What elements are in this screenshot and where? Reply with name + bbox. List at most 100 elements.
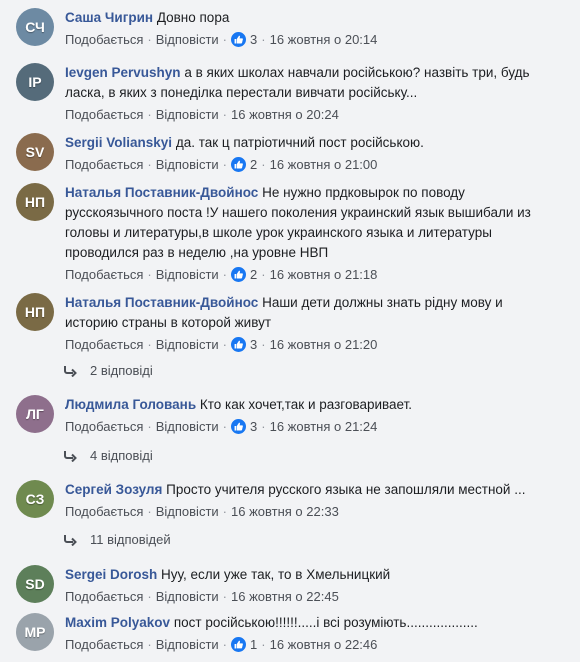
reply-link[interactable]: Відповісти: [156, 267, 219, 282]
comment-message-line: пост російською!!!!!!.....і всі розуміют…: [173, 615, 478, 630]
separator-dot: ·: [222, 589, 228, 604]
separator-dot: ·: [261, 32, 266, 47]
reaction-count[interactable]: 2: [231, 267, 257, 282]
thumbs-up-icon: [231, 637, 247, 652]
comment-author-link[interactable]: Maxim Polyakov: [65, 615, 170, 630]
replies-count-label: 4 відповіді: [90, 448, 153, 463]
separator-dot: ·: [147, 419, 152, 434]
comment-text: Ievgen Pervushyn а в яких школах навчали…: [65, 63, 565, 103]
comment-body: Людмила Головань Кто как хочет,так и раз…: [65, 395, 565, 436]
comment-timestamp[interactable]: 16 жовтня о 22:33: [231, 504, 339, 519]
reaction-count[interactable]: 3: [231, 419, 257, 434]
reaction-count[interactable]: 3: [231, 32, 257, 47]
avatar[interactable]: СЗ: [16, 480, 54, 518]
reply-link[interactable]: Відповісти: [156, 107, 219, 122]
reply-link[interactable]: Відповісти: [156, 157, 219, 172]
reply-link[interactable]: Відповісти: [156, 589, 219, 604]
comment-text: Наталья Поставник-Двойнос Не нужно прдко…: [65, 183, 565, 263]
comment-author-link[interactable]: Людмила Головань: [65, 397, 196, 412]
like-link[interactable]: Подобається: [65, 157, 143, 172]
like-link[interactable]: Подобається: [65, 107, 143, 122]
thumbs-up-icon: [231, 32, 247, 47]
comment-message-line: ласка, в яких з понеділка перестали вивч…: [65, 85, 418, 100]
reply-link[interactable]: Відповісти: [156, 32, 219, 47]
avatar[interactable]: СЧ: [16, 8, 54, 46]
comment-message-line: да. так ц патріотичний пост російською.: [175, 135, 424, 150]
comment-text: Сергей Зозуля Просто учителя русского яз…: [65, 480, 565, 500]
comment-author-link[interactable]: Наталья Поставник-Двойнос: [65, 295, 258, 310]
like-link[interactable]: Подобається: [65, 637, 143, 652]
like-count: 1: [250, 637, 258, 652]
comment-text: Людмила Головань Кто как хочет,так и раз…: [65, 395, 565, 415]
avatar[interactable]: SV: [16, 133, 54, 171]
comments-feed: СЧ Саша Чигрин Довно пора Подобається · Відп…: [0, 0, 580, 662]
avatar[interactable]: MP: [16, 613, 54, 651]
comment-timestamp[interactable]: 16 жовтня о 22:45: [231, 589, 339, 604]
avatar-initials: ЛГ: [26, 406, 44, 422]
comment-author-link[interactable]: Саша Чигрин: [65, 10, 153, 25]
comment-author-link[interactable]: Sergei Dorosh: [65, 567, 157, 582]
like-link[interactable]: Подобається: [65, 589, 143, 604]
comment-timestamp[interactable]: 16 жовтня о 21:18: [270, 267, 378, 282]
comment-message-line: Кто как хочет,так и разговаривает.: [199, 397, 413, 412]
comment-author-link[interactable]: Ievgen Pervushyn: [65, 65, 181, 80]
view-replies-link[interactable]: 2 відповіді: [63, 362, 153, 382]
avatar[interactable]: НП: [16, 293, 54, 331]
thumbs-up-icon: [231, 419, 247, 434]
like-count: 3: [250, 419, 258, 434]
separator-dot: ·: [222, 419, 228, 434]
comment-timestamp[interactable]: 16 жовтня о 20:24: [231, 107, 339, 122]
separator-dot: ·: [222, 504, 228, 519]
reply-link[interactable]: Відповісти: [156, 504, 219, 519]
comment-message-line: а в яких школах навчали російською? назв…: [184, 65, 530, 80]
separator-dot: ·: [222, 32, 228, 47]
like-link[interactable]: Подобається: [65, 419, 143, 434]
separator-dot: ·: [147, 337, 152, 352]
like-link[interactable]: Подобається: [65, 267, 143, 282]
comment-text: Саша Чигрин Довно пора: [65, 8, 565, 28]
comment-timestamp[interactable]: 16 жовтня о 20:14: [270, 32, 378, 47]
view-replies-link[interactable]: 11 відповідей: [63, 531, 171, 551]
comment-message-line: русскоязычного поста !У нашего поколения…: [65, 205, 531, 220]
separator-dot: ·: [147, 589, 152, 604]
comment-text: Sergii Volianskyi да. так ц патріотичний…: [65, 133, 565, 153]
reaction-count[interactable]: 3: [231, 337, 257, 352]
comment-timestamp[interactable]: 16 жовтня о 21:20: [270, 337, 378, 352]
separator-dot: ·: [222, 267, 228, 282]
like-count: 3: [250, 32, 258, 47]
comment-author-link[interactable]: Сергей Зозуля: [65, 482, 162, 497]
separator-dot: ·: [147, 107, 152, 122]
like-link[interactable]: Подобається: [65, 504, 143, 519]
avatar[interactable]: IP: [16, 63, 54, 101]
comment-message-line: головы и литературы,в школе урок украинс…: [65, 225, 492, 240]
comment-timestamp[interactable]: 16 жовтня о 22:46: [270, 637, 378, 652]
thumbs-up-icon: [231, 267, 247, 282]
comment-actions: Подобається · Відповісти · 2 · 16 жовтня о 21:…: [65, 266, 565, 284]
separator-dot: ·: [222, 637, 228, 652]
view-replies-link[interactable]: 4 відповіді: [63, 447, 153, 467]
reply-link[interactable]: Відповісти: [156, 337, 219, 352]
like-link[interactable]: Подобається: [65, 32, 143, 47]
comment-author-link[interactable]: Наталья Поставник-Двойнос: [65, 185, 258, 200]
comment-actions: Подобається · Відповісти · 3 · 16 жовтня о 21:…: [65, 336, 565, 354]
reply-link[interactable]: Відповісти: [156, 637, 219, 652]
comment-author-link[interactable]: Sergii Volianskyi: [65, 135, 172, 150]
comment-timestamp[interactable]: 16 жовтня о 21:00: [270, 157, 378, 172]
avatar-initials: SV: [25, 144, 45, 160]
reaction-count[interactable]: 1: [231, 637, 257, 652]
reaction-count[interactable]: 2: [231, 157, 257, 172]
separator-dot: ·: [147, 504, 152, 519]
reply-link[interactable]: Відповісти: [156, 419, 219, 434]
avatar[interactable]: SD: [16, 565, 54, 603]
comment-body: Сергей Зозуля Просто учителя русского яз…: [65, 480, 565, 521]
comment-body: Sergei Dorosh Нуу, если уже так, то в Хм…: [65, 565, 565, 606]
comment-message-line: Довно пора: [156, 10, 230, 25]
comment-actions: Подобається · Відповісти · 1 · 16 жовтня о 22:…: [65, 636, 565, 654]
comment-text: Наталья Поставник-Двойнос Наши дети долж…: [65, 293, 565, 333]
avatar[interactable]: НП: [16, 183, 54, 221]
separator-dot: ·: [261, 337, 266, 352]
comment-timestamp[interactable]: 16 жовтня о 21:24: [270, 419, 378, 434]
like-link[interactable]: Подобається: [65, 337, 143, 352]
comment-actions: Подобається · Відповісти · 3 · 16 жовтня о 20:…: [65, 31, 565, 49]
avatar[interactable]: ЛГ: [16, 395, 54, 433]
